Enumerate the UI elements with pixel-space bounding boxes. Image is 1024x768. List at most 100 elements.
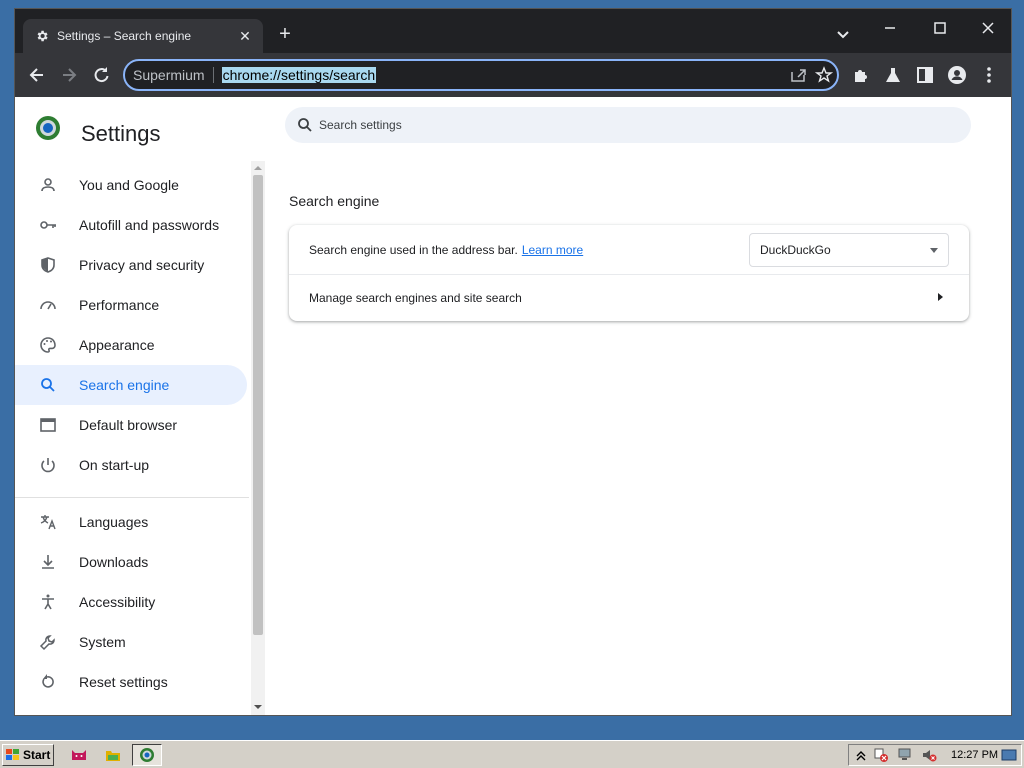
- tab-settings[interactable]: Settings – Search engine ✕: [23, 19, 263, 53]
- reset-icon: [42, 674, 54, 688]
- new-tab-button[interactable]: +: [273, 23, 297, 47]
- sidebar-scrollbar[interactable]: [251, 161, 265, 715]
- gear-icon: [37, 30, 48, 42]
- sidebar-item-label: Autofill and passwords: [79, 217, 220, 233]
- monitor-icon[interactable]: [897, 747, 913, 763]
- scroll-down-arrow-icon[interactable]: [254, 703, 262, 711]
- tray-expand-icon[interactable]: [853, 747, 869, 763]
- manage-search-engines-row[interactable]: Manage search engines and site search: [289, 275, 969, 321]
- sidebar-item-label: Performance: [79, 297, 160, 313]
- close-window-icon[interactable]: [973, 17, 1003, 39]
- minimize-icon[interactable]: [875, 17, 905, 39]
- shield-icon: [41, 257, 55, 273]
- settings-search-input[interactable]: Search settings: [285, 107, 971, 143]
- section-title: Search engine: [289, 193, 380, 209]
- sidebar-item-label: Accessibility: [79, 594, 156, 610]
- address-bar[interactable]: Supermium chrome://settings/search: [123, 59, 839, 91]
- dropdown-arrow-icon: [930, 248, 938, 253]
- sidebar-item-label: On start-up: [79, 457, 150, 473]
- sidebar-item-label: System: [79, 634, 126, 650]
- sidebar: You and Google Autofill and passwords Pr…: [15, 161, 251, 715]
- browser-window: Settings – Search engine ✕ + Supermium c…: [14, 8, 1012, 716]
- sidebar-divider: [15, 497, 249, 498]
- person-icon: [41, 178, 55, 192]
- search-icon: [298, 118, 312, 132]
- volume-muted-icon[interactable]: [921, 747, 937, 763]
- sidebar-item-search-engine[interactable]: Search engine: [15, 365, 247, 405]
- learn-more-link[interactable]: Learn more: [522, 243, 583, 257]
- sidebar-item-label: Search engine: [79, 377, 170, 393]
- sidebar-item-label: You and Google: [79, 177, 179, 193]
- key-icon: [40, 221, 56, 229]
- manage-search-engines-label: Manage search engines and site search: [309, 291, 522, 305]
- download-icon: [42, 555, 54, 569]
- supermium-logo-icon: [140, 748, 154, 762]
- reload-icon[interactable]: [91, 65, 111, 85]
- sidebar-item-default-browser[interactable]: Default browser: [15, 405, 247, 445]
- sidebar-item-appearance[interactable]: Appearance: [15, 325, 247, 365]
- search-engine-select[interactable]: DuckDuckGo: [749, 233, 949, 267]
- power-icon: [41, 458, 55, 473]
- sidebar-item-accessibility[interactable]: Accessibility: [15, 582, 247, 622]
- search-icon: [41, 378, 55, 392]
- page-title: Settings: [81, 121, 161, 146]
- toolbar: Supermium chrome://settings/search: [15, 53, 1011, 97]
- translate-icon: [40, 515, 56, 530]
- supermium-logo-icon: [36, 116, 60, 140]
- search-placeholder: Search settings: [319, 118, 402, 132]
- site-name: Supermium: [133, 67, 205, 83]
- accessibility-icon: [42, 594, 54, 610]
- sidebar-item-label: Default browser: [79, 417, 178, 433]
- sidebar-item-system[interactable]: System: [15, 622, 247, 662]
- file-manager-icon[interactable]: [104, 746, 122, 764]
- system-tray: 12:27 PM: [848, 744, 1022, 766]
- sidebar-item-label: Downloads: [79, 554, 149, 570]
- windows-logo-icon: [6, 749, 19, 760]
- sidebar-item-languages[interactable]: Languages: [15, 502, 247, 542]
- tab-strip: Settings – Search engine ✕ +: [15, 9, 1011, 53]
- network-error-icon[interactable]: [873, 747, 889, 763]
- sidebar-item-reset-settings[interactable]: Reset settings: [15, 662, 247, 702]
- settings-page: Settings Search settings You and Google: [15, 97, 1011, 715]
- wrench-icon: [39, 635, 55, 651]
- search-engine-card: Search engine used in the address bar. L…: [289, 225, 969, 321]
- selected-engine-value: DuckDuckGo: [760, 243, 831, 257]
- show-desktop-icon[interactable]: [1001, 747, 1017, 763]
- start-button[interactable]: Start: [2, 744, 54, 766]
- chevron-down-icon[interactable]: [833, 25, 853, 45]
- omnibox-divider: [212, 67, 214, 83]
- chevron-right-icon: [938, 293, 943, 301]
- start-label: Start: [23, 748, 51, 762]
- flask-icon[interactable]: [883, 65, 903, 85]
- sidebar-item-on-startup[interactable]: On start-up: [15, 445, 247, 485]
- gauge-icon: [40, 301, 56, 310]
- palette-icon: [40, 337, 56, 353]
- scroll-up-arrow-icon[interactable]: [254, 164, 262, 172]
- sidebar-item-performance[interactable]: Performance: [15, 285, 247, 325]
- sidebar-item-label: Privacy and security: [79, 257, 205, 273]
- share-icon[interactable]: [789, 66, 807, 84]
- profile-avatar-icon[interactable]: [947, 65, 967, 85]
- bookmark-star-icon[interactable]: [815, 66, 833, 84]
- search-engine-row: Search engine used in the address bar. L…: [289, 225, 969, 275]
- forward-arrow-icon[interactable]: [59, 65, 79, 85]
- sidebar-item-privacy[interactable]: Privacy and security: [15, 245, 247, 285]
- menu-kebab-icon[interactable]: [979, 65, 999, 85]
- sidebar-item-downloads[interactable]: Downloads: [15, 542, 247, 582]
- sidebar-item-you-and-google[interactable]: You and Google: [15, 165, 247, 205]
- side-panel-icon[interactable]: [915, 65, 935, 85]
- url-text[interactable]: chrome://settings/search: [221, 67, 377, 83]
- tab-close-icon[interactable]: ✕: [237, 28, 253, 45]
- cat-app-icon[interactable]: [70, 746, 88, 764]
- clock[interactable]: 12:27 PM: [951, 749, 998, 761]
- sidebar-item-label: Reset settings: [79, 674, 168, 690]
- maximize-icon[interactable]: [925, 17, 955, 39]
- sidebar-item-label: Appearance: [79, 337, 155, 353]
- sidebar-item-autofill[interactable]: Autofill and passwords: [15, 205, 247, 245]
- scrollbar-thumb[interactable]: [253, 175, 263, 635]
- back-arrow-icon[interactable]: [27, 65, 47, 85]
- extensions-puzzle-icon[interactable]: [851, 65, 871, 85]
- taskbar-browser-button[interactable]: [132, 744, 162, 766]
- sidebar-item-label: Languages: [79, 514, 149, 530]
- search-engine-description: Search engine used in the address bar.: [309, 242, 518, 257]
